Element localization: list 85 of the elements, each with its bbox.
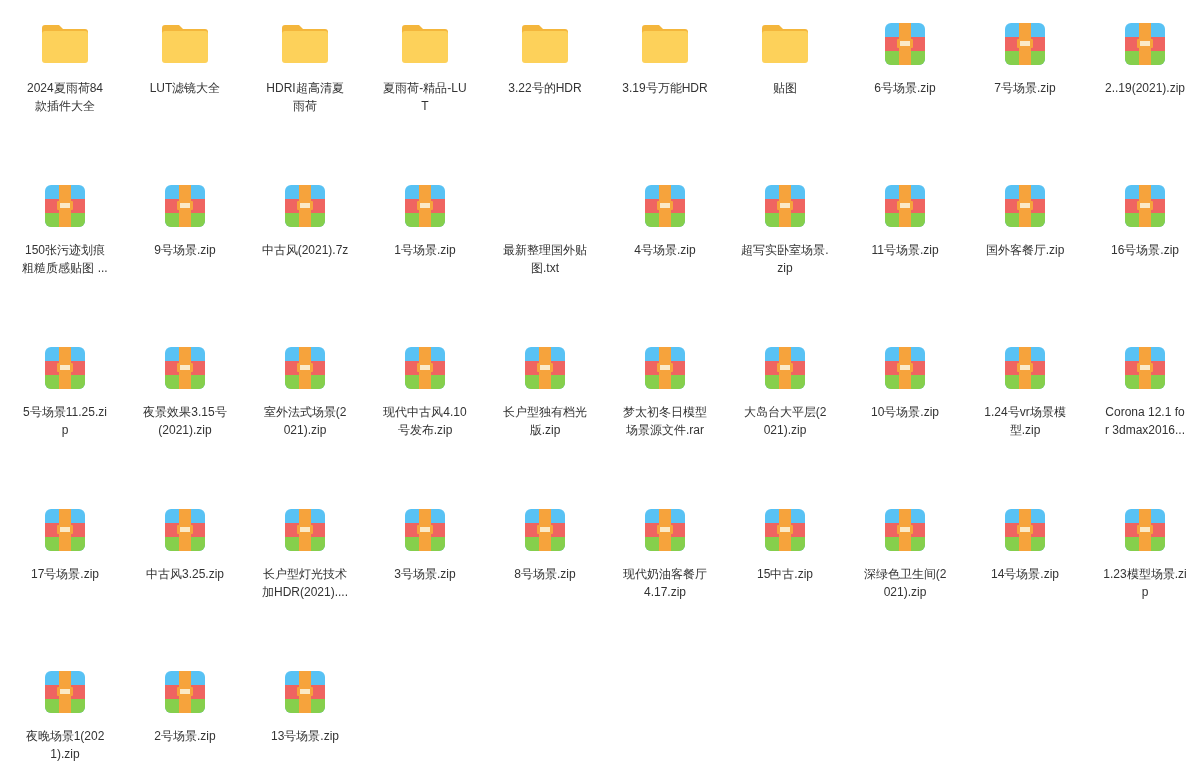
archive-icon[interactable] — [1005, 23, 1045, 65]
file-name: 5号场景11.25.zi p — [23, 404, 107, 439]
file-name: 中古风3.25.zip — [146, 566, 224, 583]
file-name: 11号场景.zip — [871, 242, 939, 259]
file-name: 17号场景.zip — [31, 566, 99, 583]
file-name: 3.22号的HDR — [508, 80, 582, 97]
archive-icon[interactable] — [1005, 185, 1045, 227]
file-name: 2号场景.zip — [154, 728, 216, 745]
archive-icon[interactable] — [165, 347, 205, 389]
archive-icon[interactable] — [525, 509, 565, 551]
file-name: 夜景效果3.15号 (2021).zip — [143, 404, 227, 439]
file-name: 3.19号万能HDR — [622, 80, 708, 97]
file-name: HDRI超高清夏 雨荷 — [266, 80, 344, 115]
archive-icon[interactable] — [765, 347, 805, 389]
archive-icon[interactable] — [1125, 509, 1165, 551]
file-name: 室外法式场景(2 021).zip — [263, 404, 347, 439]
folder-icon[interactable] — [762, 25, 808, 63]
archive-icon[interactable] — [765, 185, 805, 227]
file-name: 15中古.zip — [757, 566, 813, 583]
file-name: 16号场景.zip — [1111, 242, 1179, 259]
archive-icon[interactable] — [285, 671, 325, 713]
archive-icon[interactable] — [405, 509, 445, 551]
file-name: 大岛台大平层(2 021).zip — [743, 404, 827, 439]
file-name: 3号场景.zip — [394, 566, 456, 583]
archive-icon[interactable] — [765, 509, 805, 551]
archive-icon[interactable] — [885, 347, 925, 389]
archive-icon[interactable] — [165, 509, 205, 551]
file-name: 深绿色卫生间(2 021).zip — [863, 566, 947, 601]
file-name: 国外客餐厅.zip — [985, 242, 1065, 259]
archive-icon[interactable] — [645, 509, 685, 551]
archive-icon[interactable] — [165, 671, 205, 713]
archive-icon[interactable] — [45, 671, 85, 713]
archive-icon[interactable] — [885, 185, 925, 227]
file-name: 4号场景.zip — [634, 242, 696, 259]
file-name: 最新整理国外贴 图.txt — [503, 242, 587, 277]
archive-icon[interactable] — [1005, 509, 1045, 551]
archive-icon[interactable] — [285, 509, 325, 551]
archive-icon[interactable] — [1125, 347, 1165, 389]
file-name: 夏雨荷-精品-LU T — [383, 80, 467, 115]
archive-icon[interactable] — [45, 347, 85, 389]
archive-icon[interactable] — [165, 185, 205, 227]
folder-icon[interactable] — [282, 25, 328, 63]
archive-icon[interactable] — [405, 185, 445, 227]
archive-icon[interactable] — [645, 347, 685, 389]
file-name: 1.24号vr场景模 型.zip — [984, 404, 1066, 439]
file-name: Corona 12.1 fo r 3dmax2016... — [1104, 404, 1185, 439]
archive-icon[interactable] — [285, 347, 325, 389]
archive-icon[interactable] — [1125, 23, 1165, 65]
archive-icon[interactable] — [645, 185, 685, 227]
file-name: 2..19(2021).zip — [1104, 80, 1186, 97]
file-name: LUT滤镜大全 — [149, 80, 221, 97]
file-name: 13号场景.zip — [271, 728, 339, 745]
file-name: 现代中古风4.10 号发布.zip — [383, 404, 467, 439]
file-name: 10号场景.zip — [871, 404, 939, 421]
file-name: 150张污迹划痕 粗糙质感贴图 ... — [22, 242, 108, 277]
archive-icon[interactable] — [885, 23, 925, 65]
folder-icon[interactable] — [522, 25, 568, 63]
archive-icon[interactable] — [1125, 185, 1165, 227]
folder-icon[interactable] — [642, 25, 688, 63]
archive-icon[interactable] — [1005, 347, 1045, 389]
file-name: 1号场景.zip — [394, 242, 456, 259]
file-name: 超写实卧室场景. zip — [741, 242, 829, 277]
file-name: 8号场景.zip — [514, 566, 576, 583]
archive-icon[interactable] — [405, 347, 445, 389]
file-name: 长户型灯光技术 加HDR(2021).... — [262, 566, 348, 601]
file-name: 贴图 — [773, 80, 797, 97]
file-name: 中古风(2021).7z — [261, 242, 349, 259]
archive-icon[interactable] — [45, 509, 85, 551]
folder-icon[interactable] — [162, 25, 208, 63]
file-name: 现代奶油客餐厅 4.17.zip — [623, 566, 707, 601]
archive-icon[interactable] — [885, 509, 925, 551]
archive-icon[interactable] — [525, 347, 565, 389]
file-name: 9号场景.zip — [154, 242, 216, 259]
file-name: 14号场景.zip — [991, 566, 1059, 583]
file-name: 梦太初冬日模型 场景源文件.rar — [623, 404, 707, 439]
file-name: 长户型独有档光 版.zip — [503, 404, 587, 439]
file-name: 2024夏雨荷84 款插件大全 — [26, 80, 103, 115]
folder-icon[interactable] — [402, 25, 448, 63]
archive-icon[interactable] — [285, 185, 325, 227]
archive-icon[interactable] — [45, 185, 85, 227]
file-name: 1.23模型场景.zi p — [1103, 566, 1187, 601]
file-name: 7号场景.zip — [994, 80, 1056, 97]
file-name: 夜晚场景1(202 1).zip — [25, 728, 105, 763]
folder-icon[interactable] — [42, 25, 88, 63]
file-name: 6号场景.zip — [874, 80, 936, 97]
